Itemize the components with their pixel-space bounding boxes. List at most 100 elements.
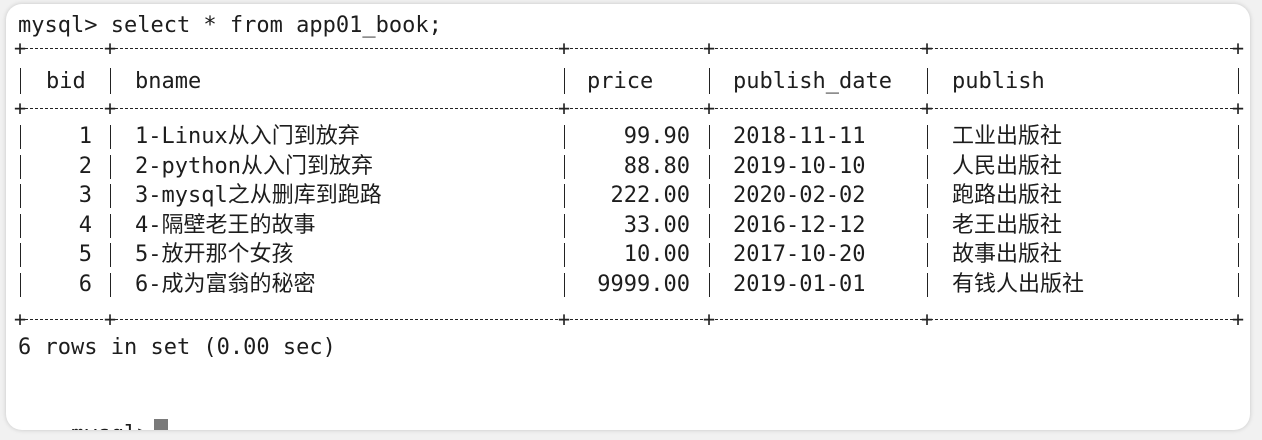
table-corner: + (1231, 307, 1245, 331)
cell-bid: 3 (78, 183, 92, 208)
cell-publish: 老王出版社 (952, 212, 1063, 238)
column-separator (1238, 125, 1239, 149)
cell-publish: 工业出版社 (952, 124, 1063, 149)
table-corner: + (13, 36, 27, 60)
table-corner: + (920, 36, 934, 60)
cell-bname: 1-Linux从入门到放弃 (135, 124, 360, 149)
cell-price: 10.00 (623, 242, 690, 267)
column-separator (20, 68, 21, 94)
prompt-label: mysql> (71, 422, 150, 430)
result-summary: 6 rows in set (0.00 sec) (18, 335, 336, 360)
cell-publish: 故事出版社 (952, 242, 1063, 267)
column-separator (564, 243, 565, 267)
column-separator (110, 243, 111, 267)
table-corner: + (920, 307, 934, 331)
column-header-publish: publish (952, 69, 1045, 94)
table-corner: + (13, 307, 27, 331)
column-separator (709, 243, 710, 267)
terminal-window[interactable]: mysql> select * from app01_book; + + + + + + +… (6, 4, 1250, 430)
table-border-top (20, 48, 1238, 49)
table-corner: + (103, 36, 117, 60)
cell-bid: 6 (78, 271, 92, 297)
table-corner: + (557, 96, 571, 120)
table-corner: + (702, 36, 716, 60)
cell-price: 99.90 (623, 124, 690, 149)
column-separator (20, 213, 21, 238)
cell-publish-date: 2018-11-11 (733, 124, 866, 149)
column-separator (110, 125, 111, 149)
table-corner: + (557, 307, 571, 331)
column-separator (709, 213, 710, 238)
cell-publish-date: 2016-12-12 (733, 212, 866, 238)
text-cursor (154, 419, 169, 430)
cell-bname: 4-隔壁老王的故事 (135, 212, 316, 238)
column-separator (20, 184, 21, 208)
column-separator (709, 184, 710, 208)
table-border-bottom (20, 319, 1238, 320)
column-separator (1238, 184, 1239, 208)
table-corner: + (702, 96, 716, 120)
table-corner: + (557, 36, 571, 60)
input-prompt-line[interactable]: mysql> (18, 391, 169, 430)
column-header-price: price (587, 69, 654, 94)
cell-publish: 人民出版社 (952, 153, 1063, 179)
command-line: mysql> select * from app01_book; (18, 13, 442, 38)
column-separator (20, 243, 21, 267)
table-corner: + (1231, 96, 1245, 120)
column-header-bname: bname (135, 69, 202, 94)
column-separator (564, 125, 565, 149)
column-separator (709, 68, 710, 94)
column-separator (20, 154, 21, 179)
cell-bname: 3-mysql之从删库到跑路 (135, 183, 382, 208)
cell-publish-date: 2019-10-10 (733, 153, 866, 179)
cell-price: 222.00 (610, 183, 690, 208)
column-separator (927, 125, 928, 149)
cell-bid: 5 (78, 242, 92, 267)
column-separator (564, 154, 565, 179)
column-separator (110, 213, 111, 238)
table-border-header (20, 108, 1238, 109)
column-separator (564, 184, 565, 208)
table-corner: + (13, 96, 27, 120)
cell-price: 9999.00 (597, 271, 690, 297)
table-corner: + (702, 307, 716, 331)
column-separator (110, 154, 111, 179)
cell-bid: 1 (78, 124, 92, 149)
column-separator (110, 272, 111, 297)
column-separator (927, 243, 928, 267)
cell-publish-date: 2020-02-02 (733, 183, 866, 208)
table-corner: + (1231, 36, 1245, 60)
column-separator (1238, 154, 1239, 179)
table-corner: + (103, 307, 117, 331)
column-separator (110, 68, 111, 94)
cell-bname: 2-python从入门到放弃 (135, 153, 373, 179)
column-separator (20, 272, 21, 297)
cell-bname: 5-放开那个女孩 (135, 242, 294, 267)
column-separator (927, 68, 928, 94)
column-separator (110, 184, 111, 208)
column-separator (20, 125, 21, 149)
column-separator (709, 154, 710, 179)
cell-price: 33.00 (623, 212, 690, 238)
cell-bid: 2 (78, 153, 92, 179)
column-separator (1238, 272, 1239, 297)
cell-bname: 6-成为富翁的秘密 (135, 271, 316, 297)
column-separator (1238, 243, 1239, 267)
column-separator (564, 272, 565, 297)
column-separator (564, 213, 565, 238)
column-header-bid: bid (46, 69, 86, 94)
column-separator (927, 272, 928, 297)
column-separator (564, 68, 565, 94)
column-separator (1238, 68, 1239, 94)
column-separator (709, 125, 710, 149)
column-header-publish-date: publish_date (733, 69, 892, 94)
column-separator (927, 184, 928, 208)
cell-bid: 4 (78, 212, 92, 238)
table-corner: + (103, 96, 117, 120)
column-separator (927, 213, 928, 238)
cell-publish-date: 2019-01-01 (733, 271, 866, 297)
column-separator (709, 272, 710, 297)
cell-publish-date: 2017-10-20 (733, 242, 866, 267)
cell-publish: 跑路出版社 (952, 183, 1063, 208)
cell-price: 88.80 (623, 153, 690, 179)
